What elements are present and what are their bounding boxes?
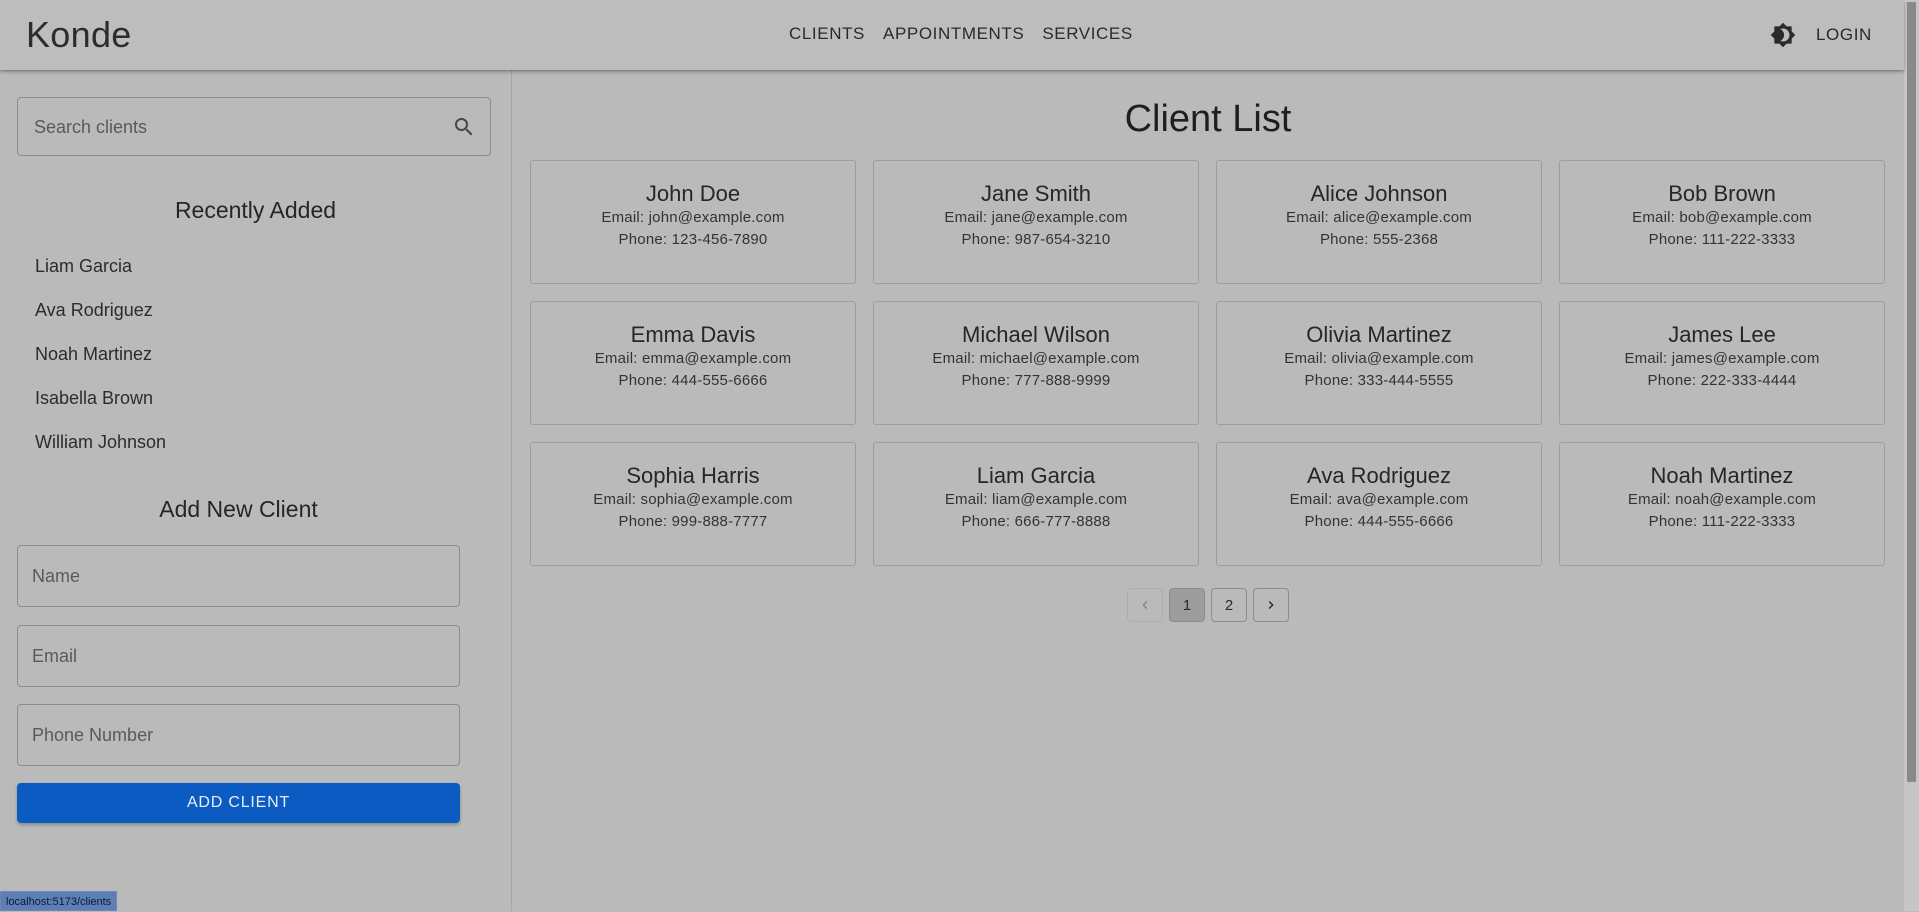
- recent-client-item[interactable]: Isabella Brown: [35, 388, 166, 432]
- client-card[interactable]: Noah Martinez Email: noah@example.com Ph…: [1559, 442, 1885, 566]
- client-card[interactable]: Michael Wilson Email: michael@example.co…: [873, 301, 1199, 425]
- main-content: Client List John Doe Email: john@example…: [512, 70, 1904, 911]
- client-name: Sophia Harris: [626, 463, 760, 488]
- client-phone: Phone: 111-222-3333: [1648, 231, 1796, 248]
- recent-client-item[interactable]: Ava Rodriguez: [35, 300, 166, 344]
- search-input[interactable]: [32, 98, 446, 157]
- client-email: Email: john@example.com: [601, 209, 785, 226]
- client-card[interactable]: Jane Smith Email: jane@example.com Phone…: [873, 160, 1199, 284]
- page-title: Client List: [1124, 98, 1292, 140]
- client-phone: Phone: 222-333-4444: [1647, 372, 1797, 389]
- client-card[interactable]: Sophia Harris Email: sophia@example.com …: [530, 442, 856, 566]
- recent-client-item[interactable]: Noah Martinez: [35, 344, 166, 388]
- add-client-button[interactable]: ADD CLIENT: [17, 783, 460, 823]
- client-card[interactable]: John Doe Email: john@example.com Phone: …: [530, 160, 856, 284]
- app-bar: Konde CLIENTS APPOINTMENTS SERVICES LOGI…: [0, 0, 1904, 70]
- client-email: Email: michael@example.com: [932, 350, 1140, 367]
- recent-client-item[interactable]: William Johnson: [35, 432, 166, 476]
- main-nav: CLIENTS APPOINTMENTS SERVICES: [789, 24, 1133, 44]
- recent-clients-list: Liam Garcia Ava Rodriguez Noah Martinez …: [35, 256, 166, 476]
- client-name: John Doe: [645, 181, 741, 206]
- brightness-icon[interactable]: [1770, 22, 1796, 48]
- client-name: James Lee: [1668, 322, 1776, 347]
- client-email: Email: olivia@example.com: [1284, 350, 1474, 367]
- client-phone: Phone: 555-2368: [1319, 231, 1439, 248]
- vertical-scrollbar[interactable]: [1904, 0, 1919, 911]
- client-phone: Phone: 123-456-7890: [618, 231, 768, 248]
- client-phone: Phone: 666-777-8888: [961, 513, 1111, 530]
- client-phone: Phone: 444-555-6666: [618, 372, 768, 389]
- name-field[interactable]: [17, 545, 460, 607]
- client-phone: Phone: 987-654-3210: [961, 231, 1111, 248]
- app-logo[interactable]: Konde: [26, 14, 132, 56]
- client-email: Email: noah@example.com: [1627, 491, 1817, 508]
- client-name: Ava Rodriguez: [1307, 463, 1451, 488]
- client-phone: Phone: 111-222-3333: [1648, 513, 1796, 530]
- client-card[interactable]: Liam Garcia Email: liam@example.com Phon…: [873, 442, 1199, 566]
- nav-appointments[interactable]: APPOINTMENTS: [883, 24, 1024, 44]
- nav-services[interactable]: SERVICES: [1042, 24, 1132, 44]
- add-client-heading: Add New Client: [159, 496, 318, 522]
- client-email: Email: james@example.com: [1624, 350, 1820, 367]
- client-name: Olivia Martinez: [1306, 322, 1452, 347]
- client-name: Jane Smith: [980, 181, 1092, 206]
- page-button-2[interactable]: 2: [1211, 588, 1247, 622]
- client-phone: Phone: 999-888-7777: [618, 513, 768, 530]
- pagination: 1 2: [1127, 588, 1289, 622]
- client-name: Liam Garcia: [976, 463, 1096, 488]
- page-button-1[interactable]: 1: [1169, 588, 1205, 622]
- client-name: Noah Martinez: [1650, 463, 1794, 488]
- client-card[interactable]: James Lee Email: james@example.com Phone…: [1559, 301, 1885, 425]
- client-phone: Phone: 777-888-9999: [961, 372, 1111, 389]
- status-bar-url: localhost:5173/clients: [0, 891, 118, 911]
- scrollbar-thumb[interactable]: [1907, 2, 1916, 782]
- nav-clients[interactable]: CLIENTS: [789, 24, 865, 44]
- chevron-left-icon[interactable]: [1127, 588, 1163, 622]
- client-phone: Phone: 444-555-6666: [1304, 513, 1454, 530]
- client-card[interactable]: Emma Davis Email: emma@example.com Phone…: [530, 301, 856, 425]
- client-card[interactable]: Olivia Martinez Email: olivia@example.co…: [1216, 301, 1542, 425]
- recent-client-item[interactable]: Liam Garcia: [35, 256, 166, 300]
- client-card[interactable]: Alice Johnson Email: alice@example.com P…: [1216, 160, 1542, 284]
- client-name: Bob Brown: [1668, 181, 1776, 206]
- client-email: Email: emma@example.com: [594, 350, 792, 367]
- client-name: Alice Johnson: [1310, 181, 1448, 206]
- phone-field[interactable]: [17, 704, 460, 766]
- search-icon[interactable]: [452, 115, 476, 139]
- email-field[interactable]: [17, 625, 460, 687]
- client-card[interactable]: Ava Rodriguez Email: ava@example.com Pho…: [1216, 442, 1542, 566]
- client-email: Email: alice@example.com: [1286, 209, 1472, 226]
- login-button[interactable]: LOGIN: [1816, 25, 1872, 45]
- client-grid: John Doe Email: john@example.com Phone: …: [530, 160, 1886, 566]
- client-name: Michael Wilson: [962, 322, 1110, 347]
- client-email: Email: ava@example.com: [1289, 491, 1469, 508]
- client-email: Email: jane@example.com: [944, 209, 1128, 226]
- search-field: [17, 97, 491, 157]
- chevron-right-icon[interactable]: [1253, 588, 1289, 622]
- sidebar: Recently Added Liam Garcia Ava Rodriguez…: [0, 70, 512, 911]
- client-phone: Phone: 333-444-5555: [1304, 372, 1454, 389]
- client-email: Email: bob@example.com: [1632, 209, 1812, 226]
- client-email: Email: sophia@example.com: [593, 491, 793, 508]
- client-email: Email: liam@example.com: [944, 491, 1128, 508]
- recently-added-heading: Recently Added: [174, 197, 337, 223]
- client-name: Emma Davis: [630, 322, 756, 347]
- client-card[interactable]: Bob Brown Email: bob@example.com Phone: …: [1559, 160, 1885, 284]
